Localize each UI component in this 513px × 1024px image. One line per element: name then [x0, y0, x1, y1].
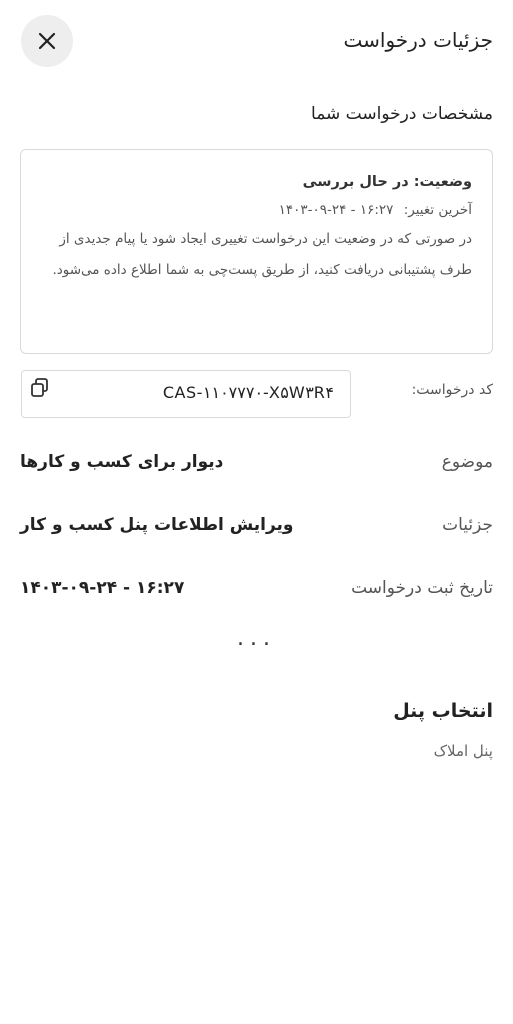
last-change: آخرین تغییر: ۱۴۰۳-۰۹-۲۴ - ۱۶:۲۷	[41, 202, 472, 218]
request-code-field: CAS-۱۱۰۷۷۷۰-X۵W۳R۴	[21, 370, 351, 418]
detail-row-subject: موضوع دیوار برای کسب و کارها	[20, 452, 493, 482]
last-change-value: ۱۴۰۳-۰۹-۲۴ - ۱۶:۲۷	[278, 202, 394, 218]
close-icon	[38, 32, 56, 50]
date-label: تاریخ ثبت درخواست	[351, 578, 493, 598]
status-description: در صورتی که در وضعیت این درخواست تغییری …	[52, 231, 472, 278]
panel-select-title: انتخاب پنل	[393, 700, 493, 722]
details-label: جزئیات	[442, 515, 493, 535]
detail-row-details: جزئیات ویرایش اطلاعات پنل کسب و کار	[20, 515, 493, 545]
date-value: ۱۴۰۳-۰۹-۲۴ - ۱۶:۲۷	[20, 578, 185, 598]
panel-selected-value[interactable]: پنل املاک	[434, 742, 493, 760]
subject-label: موضوع	[441, 452, 493, 472]
status-card: وضعیت: در حال بررسی آخرین تغییر: ۱۴۰۳-۰۹…	[20, 149, 493, 354]
details-value: ویرایش اطلاعات پنل کسب و کار	[20, 515, 294, 535]
close-button[interactable]	[21, 15, 73, 67]
page-title: جزئیات درخواست	[343, 28, 494, 52]
status-text: وضعیت: در حال بررسی	[302, 174, 472, 190]
detail-row-date: تاریخ ثبت درخواست ۱۴۰۳-۰۹-۲۴ - ۱۶:۲۷	[20, 578, 493, 608]
header: جزئیات درخواست	[0, 0, 513, 82]
section-title: مشخصات درخواست شما	[311, 104, 493, 124]
copy-icon[interactable]	[30, 377, 50, 399]
last-change-label: آخرین تغییر:	[403, 202, 472, 218]
request-code-label: کد درخواست:	[411, 382, 493, 398]
more-indicator: ...	[237, 626, 276, 651]
request-code-value: CAS-۱۱۰۷۷۷۰-X۵W۳R۴	[162, 383, 334, 402]
subject-value: دیوار برای کسب و کارها	[20, 452, 224, 472]
request-details-page: جزئیات درخواست مشخصات درخواست شما وضعیت:…	[0, 0, 513, 1024]
